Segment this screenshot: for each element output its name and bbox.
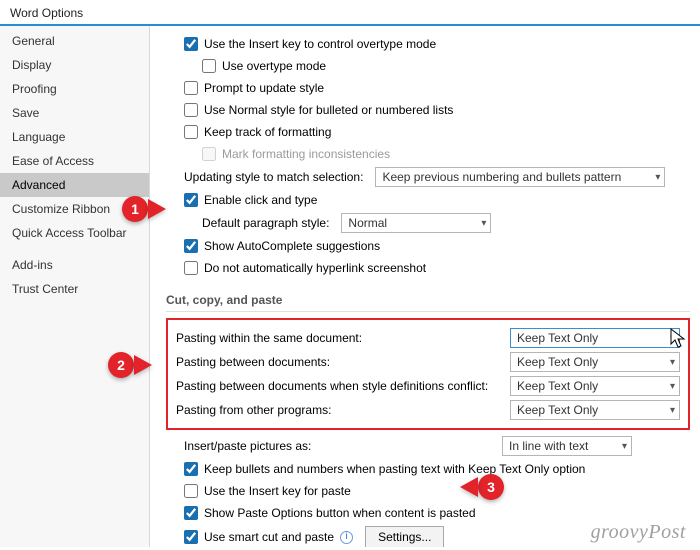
nav-advanced[interactable]: Advanced	[0, 173, 149, 197]
paste-defaults-callout-box: Pasting within the same document: Keep T…	[166, 318, 690, 430]
select-paste-between-conflict[interactable]: Keep Text Only	[510, 376, 680, 396]
lbl-insert-key-paste: Use the Insert key for paste	[204, 484, 351, 498]
window-title: Word Options	[10, 6, 83, 20]
cb-insert-key-paste[interactable]	[184, 484, 198, 498]
nav-quick-access-toolbar[interactable]: Quick Access Toolbar	[0, 221, 149, 245]
lbl-paste-within: Pasting within the same document:	[176, 331, 362, 345]
select-default-paragraph-style[interactable]: Normal	[341, 213, 491, 233]
category-sidebar: General Display Proofing Save Language E…	[0, 25, 150, 547]
cb-click-and-type[interactable]	[184, 193, 198, 207]
window-titlebar: Word Options	[0, 0, 700, 25]
cb-insert-overtype[interactable]	[184, 37, 198, 51]
options-content: Use the Insert key to control overtype m…	[150, 25, 700, 547]
cb-use-overtype[interactable]	[202, 59, 216, 73]
lbl-default-paragraph-style: Default paragraph style:	[202, 216, 329, 230]
lbl-hyperlink-screenshot: Do not automatically hyperlink screensho…	[204, 261, 426, 275]
callout-3: 3	[460, 474, 504, 500]
cb-normal-bulleted[interactable]	[184, 103, 198, 117]
lbl-paste-between: Pasting between documents:	[176, 355, 330, 369]
nav-save[interactable]: Save	[0, 101, 149, 125]
lbl-keep-track-formatting: Keep track of formatting	[204, 125, 331, 139]
watermark: groovyPost	[591, 521, 686, 544]
callout-1: 1	[122, 196, 166, 222]
select-paste-other-programs[interactable]: Keep Text Only	[510, 400, 680, 420]
callout-2: 2	[108, 352, 152, 378]
cb-smart-cut-paste[interactable]	[184, 530, 198, 544]
select-paste-within[interactable]: Keep Text Only	[510, 328, 680, 348]
cb-hyperlink-screenshot[interactable]	[184, 261, 198, 275]
settings-button[interactable]: Settings...	[365, 526, 444, 547]
select-updating-style[interactable]: Keep previous numbering and bullets patt…	[375, 167, 665, 187]
cb-show-paste-options[interactable]	[184, 506, 198, 520]
lbl-keep-bullets: Keep bullets and numbers when pasting te…	[204, 462, 585, 476]
cb-prompt-update-style[interactable]	[184, 81, 198, 95]
nav-display[interactable]: Display	[0, 53, 149, 77]
section-cut-copy-paste: Cut, copy, and paste	[166, 289, 690, 312]
lbl-paste-other-programs: Pasting from other programs:	[176, 403, 331, 417]
lbl-normal-bulleted: Use Normal style for bulleted or numbere…	[204, 103, 453, 117]
cb-keep-bullets[interactable]	[184, 462, 198, 476]
select-insert-pictures[interactable]: In line with text	[502, 436, 632, 456]
cb-keep-track-formatting[interactable]	[184, 125, 198, 139]
lbl-updating-style: Updating style to match selection:	[184, 170, 363, 184]
lbl-click-and-type: Enable click and type	[204, 193, 317, 207]
cb-autocomplete[interactable]	[184, 239, 198, 253]
nav-ease-of-access[interactable]: Ease of Access	[0, 149, 149, 173]
lbl-autocomplete: Show AutoComplete suggestions	[204, 239, 380, 253]
nav-language[interactable]: Language	[0, 125, 149, 149]
lbl-insert-overtype: Use the Insert key to control overtype m…	[204, 37, 436, 51]
lbl-use-overtype: Use overtype mode	[222, 59, 326, 73]
lbl-prompt-update-style: Prompt to update style	[204, 81, 324, 95]
nav-general[interactable]: General	[0, 29, 149, 53]
lbl-smart-cut-paste: Use smart cut and paste	[204, 530, 334, 544]
nav-trust-center[interactable]: Trust Center	[0, 277, 149, 301]
lbl-insert-pictures: Insert/paste pictures as:	[184, 439, 311, 453]
nav-add-ins[interactable]: Add-ins	[0, 253, 149, 277]
select-paste-between[interactable]: Keep Text Only	[510, 352, 680, 372]
lbl-paste-between-conflict: Pasting between documents when style def…	[176, 379, 488, 393]
lbl-show-paste-options: Show Paste Options button when content i…	[204, 506, 476, 520]
cb-mark-inconsistencies	[202, 147, 216, 161]
info-icon[interactable]: i	[340, 531, 353, 544]
lbl-mark-inconsistencies: Mark formatting inconsistencies	[222, 147, 390, 161]
nav-proofing[interactable]: Proofing	[0, 77, 149, 101]
